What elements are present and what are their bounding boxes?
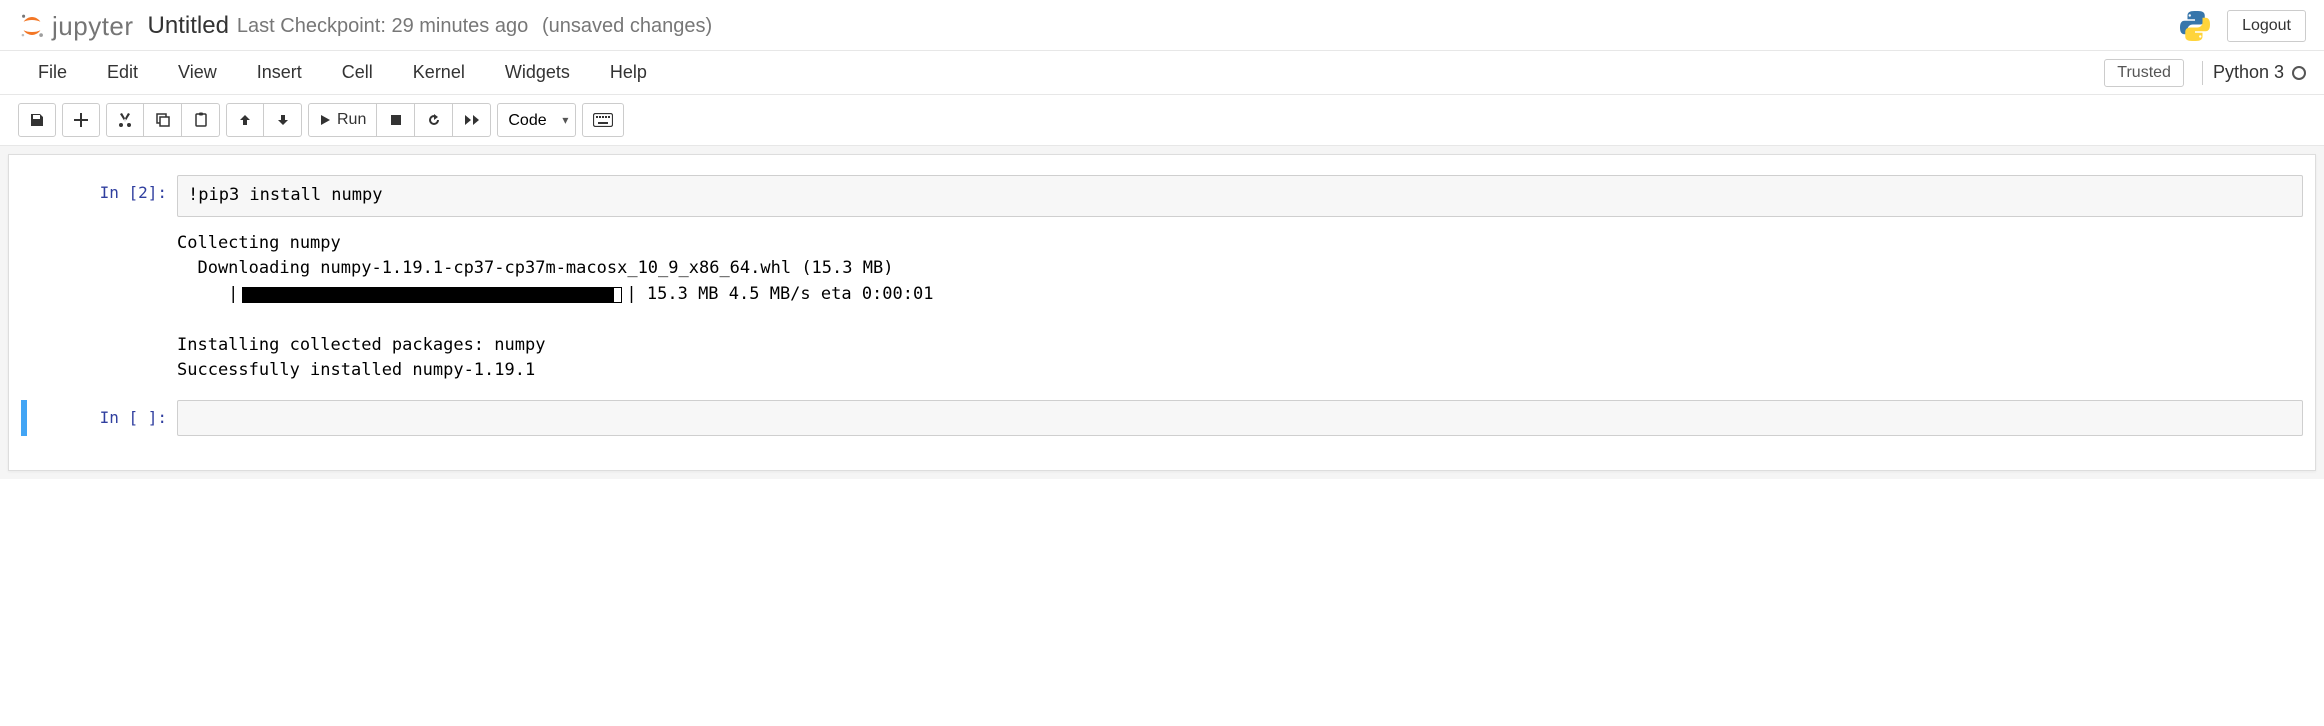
keyboard-icon [593,113,613,127]
menu-file[interactable]: File [18,52,87,93]
header: jupyter Untitled Last Checkpoint: 29 min… [0,0,2324,51]
cell-type-select[interactable]: Code [497,103,576,137]
paste-icon [193,112,209,128]
save-button[interactable] [18,103,56,137]
restart-run-all-button[interactable] [453,103,491,137]
cell-output: Collecting numpy Downloading numpy-1.19.… [177,223,2303,400]
restart-icon [426,112,442,128]
play-icon [319,114,331,126]
cut-button[interactable] [106,103,144,137]
code-input[interactable] [177,400,2303,436]
add-cell-button[interactable] [62,103,100,137]
command-palette-button[interactable] [582,103,624,137]
copy-button[interactable] [144,103,182,137]
menu-widgets[interactable]: Widgets [485,52,590,93]
interrupt-button[interactable] [377,103,415,137]
notebook-container: In [2]: !pip3 install numpy Collecting n… [0,146,2324,479]
arrow-down-icon [276,113,290,127]
paste-button[interactable] [182,103,220,137]
menu-insert[interactable]: Insert [237,52,322,93]
menu-help[interactable]: Help [590,52,667,93]
menu-view[interactable]: View [158,52,237,93]
kernel-status-icon [2292,66,2306,80]
divider [2202,61,2203,85]
cell-prompt: In [2]: [27,175,177,202]
code-cell[interactable]: In [ ]: [21,400,2303,436]
restart-button[interactable] [415,103,453,137]
checkpoint-text: Last Checkpoint: 29 minutes ago [237,15,528,38]
toolbar: Run Code ▾ [0,95,2324,146]
stop-icon [390,114,402,126]
save-icon [29,112,45,128]
move-down-button[interactable] [264,103,302,137]
run-label: Run [337,111,366,129]
cut-icon [117,112,133,128]
notebook: In [2]: !pip3 install numpy Collecting n… [8,154,2316,471]
code-cell[interactable]: In [2]: !pip3 install numpy [21,175,2303,217]
arrow-up-icon [238,113,252,127]
notebook-title[interactable]: Untitled [148,12,229,40]
cell-prompt: In [ ]: [27,400,177,427]
progress-bar [242,287,622,303]
menubar: File Edit View Insert Cell Kernel Widget… [0,51,2324,95]
kernel-name[interactable]: Python 3 [2213,62,2284,83]
jupyter-logo[interactable]: jupyter [18,11,134,42]
fast-forward-icon [464,114,480,126]
logout-button[interactable]: Logout [2227,10,2306,42]
trusted-indicator[interactable]: Trusted [2104,59,2184,87]
run-button[interactable]: Run [308,103,377,137]
code-input[interactable]: !pip3 install numpy [177,175,2303,217]
menu-edit[interactable]: Edit [87,52,158,93]
menu-kernel[interactable]: Kernel [393,52,485,93]
menu-cell[interactable]: Cell [322,52,393,93]
move-up-button[interactable] [226,103,264,137]
python-icon [2177,8,2213,44]
plus-icon [74,113,88,127]
jupyter-logo-text: jupyter [52,11,134,42]
unsaved-text: (unsaved changes) [542,15,712,38]
copy-icon [155,112,171,128]
jupyter-icon [18,12,46,40]
